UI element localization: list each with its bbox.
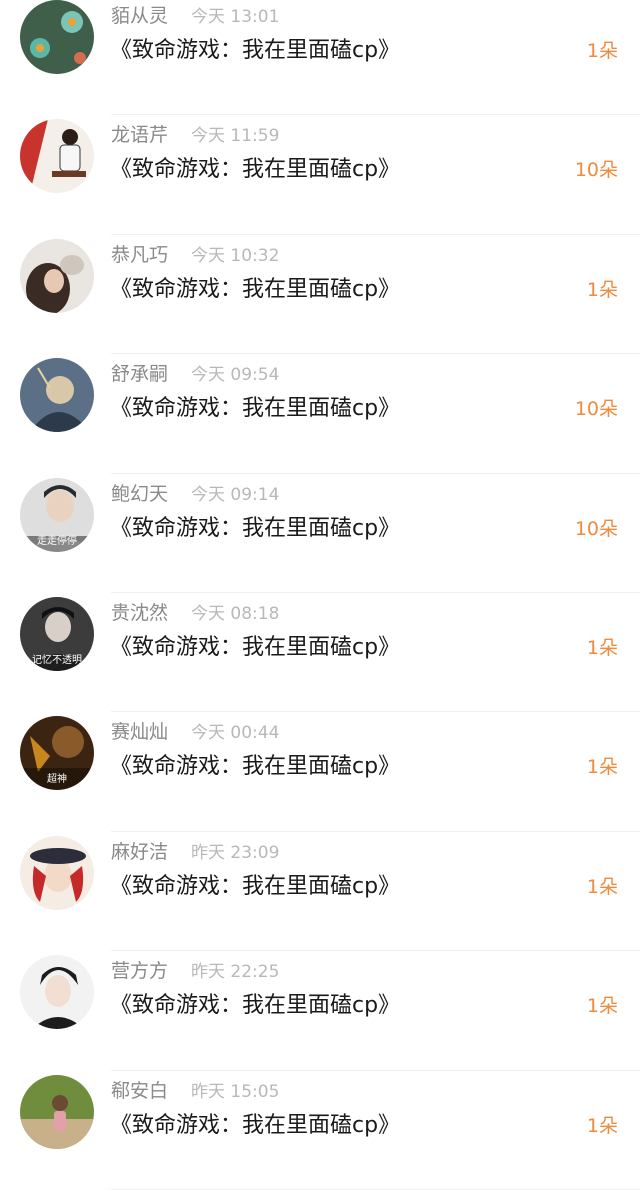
gift-time: 昨天 23:09	[191, 842, 280, 863]
gift-record-row[interactable]: 记忆不透明 贵沈然 今天 08:18 《致命游戏：我在里面磕cp》 1朵	[0, 593, 640, 713]
book-title: 《致命游戏：我在里面磕cp》	[110, 515, 401, 541]
user-name[interactable]: 营方方	[111, 959, 168, 983]
gift-record-row[interactable]: 郗安白 昨天 15:05 《致命游戏：我在里面磕cp》 1朵	[0, 1071, 640, 1190]
user-name[interactable]: 郗安白	[111, 1079, 168, 1103]
user-avatar[interactable]	[20, 358, 94, 433]
gift-record-row[interactable]: 貊从灵 今天 13:01 《致命游戏：我在里面磕cp》 1朵	[0, 0, 640, 116]
svg-text:走走停停: 走走停停	[37, 534, 77, 547]
flower-count: 1朵	[586, 1114, 618, 1137]
user-name[interactable]: 龙语芹	[111, 123, 168, 147]
gift-time: 今天 08:18	[191, 603, 280, 624]
user-avatar[interactable]	[20, 1074, 94, 1149]
user-avatar[interactable]	[20, 119, 94, 194]
book-title: 《致命游戏：我在里面磕cp》	[110, 993, 401, 1019]
book-title: 《致命游戏：我在里面磕cp》	[110, 157, 401, 183]
user-avatar[interactable]	[20, 238, 94, 313]
gift-time: 今天 09:54	[191, 365, 280, 386]
user-avatar[interactable]	[20, 0, 94, 74]
flower-count: 1朵	[586, 756, 618, 779]
flower-count: 1朵	[586, 995, 618, 1018]
svg-text:记忆不透明: 记忆不透明	[32, 653, 82, 666]
gift-record-row[interactable]: 营方方 昨天 22:25 《致命游戏：我在里面磕cp》 1朵	[0, 951, 640, 1071]
gift-record-row[interactable]: 走走停停 鲍幻天 今天 09:14 《致命游戏：我在里面磕cp》 10朵	[0, 474, 640, 593]
gift-record-row[interactable]: 舒承嗣 今天 09:54 《致命游戏：我在里面磕cp》 10朵	[0, 354, 640, 474]
gift-time: 今天 10:32	[191, 245, 280, 266]
svg-text:超神: 超神	[47, 772, 67, 785]
gift-time: 昨天 22:25	[191, 962, 280, 983]
gift-time: 今天 13:01	[191, 7, 280, 27]
gift-time: 今天 11:59	[191, 126, 280, 147]
flower-count: 10朵	[574, 398, 618, 421]
book-title: 《致命游戏：我在里面磕cp》	[110, 276, 401, 302]
user-avatar[interactable]: 超神	[20, 716, 94, 791]
user-avatar[interactable]	[20, 955, 94, 1030]
user-name[interactable]: 麻好洁	[111, 840, 168, 864]
gift-record-list: 貊从灵 今天 13:01 《致命游戏：我在里面磕cp》 1朵 龙语芹 今天 11:59 《致…	[0, 0, 640, 1190]
gift-time: 今天 00:44	[191, 723, 280, 744]
flower-count: 10朵	[574, 159, 618, 182]
flower-count: 10朵	[574, 517, 618, 540]
gift-time: 昨天 15:05	[191, 1081, 280, 1102]
gift-record-row[interactable]: 超神 赛灿灿 今天 00:44 《致命游戏：我在里面磕cp》 1朵	[0, 712, 640, 832]
book-title: 《致命游戏：我在里面磕cp》	[110, 1112, 401, 1138]
book-title: 《致命游戏：我在里面磕cp》	[110, 873, 401, 899]
gift-record-row[interactable]: 恭凡巧 今天 10:32 《致命游戏：我在里面磕cp》 1朵	[0, 235, 640, 355]
gift-time: 今天 09:14	[191, 484, 280, 505]
user-name[interactable]: 赛灿灿	[111, 720, 168, 744]
user-name[interactable]: 舒承嗣	[111, 362, 168, 386]
flower-count: 1朵	[586, 278, 618, 301]
flower-count: 1朵	[586, 40, 618, 62]
book-title: 《致命游戏：我在里面磕cp》	[110, 634, 401, 660]
user-name[interactable]: 貊从灵	[111, 4, 168, 28]
book-title: 《致命游戏：我在里面磕cp》	[110, 754, 401, 780]
user-avatar[interactable]: 走走停停	[20, 477, 94, 552]
gift-record-row[interactable]: 麻好洁 昨天 23:09 《致命游戏：我在里面磕cp》 1朵	[0, 832, 640, 952]
book-title: 《致命游戏：我在里面磕cp》	[110, 396, 401, 422]
flower-count: 1朵	[586, 875, 618, 898]
flower-count: 1朵	[586, 636, 618, 659]
user-name[interactable]: 贵沈然	[111, 601, 168, 625]
user-name[interactable]: 恭凡巧	[111, 243, 168, 267]
user-avatar[interactable]: 记忆不透明	[20, 596, 94, 671]
user-avatar[interactable]	[20, 835, 94, 910]
gift-record-row[interactable]: 龙语芹 今天 11:59 《致命游戏：我在里面磕cp》 10朵	[0, 115, 640, 235]
user-name[interactable]: 鲍幻天	[111, 482, 168, 506]
book-title: 《致命游戏：我在里面磕cp》	[110, 38, 401, 63]
